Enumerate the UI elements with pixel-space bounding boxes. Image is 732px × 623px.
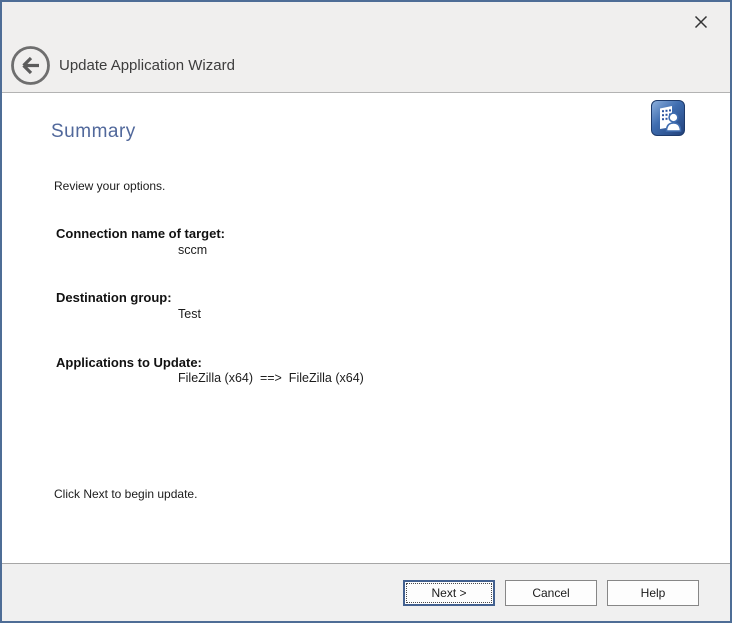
wizard-title: Update Application Wizard <box>59 57 235 74</box>
connection-name-label: Connection name of target: <box>56 226 225 241</box>
update-application-wizard-window: Update Application Wizard Summary R <box>0 0 732 623</box>
intro-text: Review your options. <box>54 179 165 193</box>
applications-to-update-label: Applications to Update: <box>56 355 202 370</box>
next-instruction-text: Click Next to begin update. <box>54 487 197 501</box>
destination-group-value: Test <box>178 307 201 321</box>
destination-group-label: Destination group: <box>56 290 172 305</box>
close-icon <box>693 14 709 30</box>
back-button[interactable] <box>10 45 51 86</box>
applications-to-update-value: FileZilla (x64) ==> FileZilla (x64) <box>178 371 364 385</box>
help-button[interactable]: Help <box>607 580 699 606</box>
cancel-button[interactable]: Cancel <box>505 580 597 606</box>
close-button[interactable] <box>688 9 714 35</box>
page-title: Summary <box>51 121 136 143</box>
wizard-header: Update Application Wizard <box>2 2 730 93</box>
application-update-icon <box>651 100 685 136</box>
summary-page: Summary Review your options. Connection … <box>2 93 730 563</box>
button-bar: Next > Cancel Help <box>2 563 730 621</box>
connection-name-value: sccm <box>178 243 207 257</box>
back-arrow-icon <box>10 45 51 86</box>
next-button[interactable]: Next > <box>403 580 495 606</box>
